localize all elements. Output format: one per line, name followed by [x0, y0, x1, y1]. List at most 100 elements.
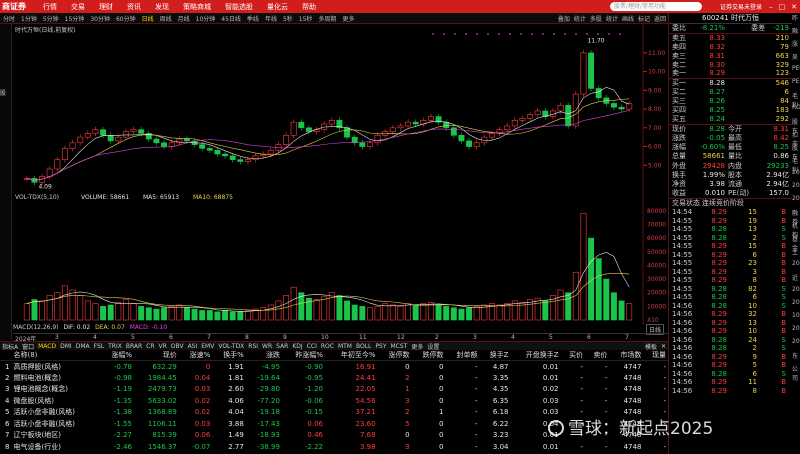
volume-chart[interactable]: VOL-TDX(5,10) VOLUME: 58661 MA5: 65913 MA10… — [13, 190, 668, 325]
template-button[interactable]: 模板 — [643, 342, 659, 351]
period-tab[interactable]: 60分钟 — [113, 14, 139, 23]
period-tab[interactable]: 45日线 — [218, 14, 244, 23]
indicator-tab[interactable]: CCI — [305, 343, 319, 350]
candlestick-chart[interactable]: 时代万恒(日线,前复权) 11.00 10.00 9.00 8.00 7.00 6.00 5.… — [13, 24, 668, 191]
column-header[interactable]: 卖价 — [584, 350, 610, 361]
menu-item[interactable]: 资讯 — [120, 2, 148, 12]
column-header[interactable]: 换手Z — [479, 350, 511, 361]
period-tab[interactable]: 日线 — [139, 14, 157, 23]
menu-item[interactable]: 发现 — [148, 2, 176, 12]
menu-item[interactable]: 交易 — [64, 2, 92, 12]
column-header[interactable]: 昨涨幅% — [281, 350, 325, 361]
indicator-tab[interactable]: MCST — [388, 343, 409, 350]
bid-row[interactable]: 买一 8.28 546 — [669, 79, 792, 88]
tool-button[interactable]: 统计 — [604, 14, 620, 23]
tool-button[interactable]: 统计 — [572, 14, 588, 23]
menu-item[interactable]: 智能选股 — [218, 2, 260, 12]
column-header[interactable]: 市场数 — [609, 350, 644, 361]
menu-item[interactable]: 策略商城 — [176, 2, 218, 12]
indicator-tab[interactable]: KDJ — [290, 343, 304, 350]
column-header[interactable]: 现量 — [643, 350, 668, 361]
ask-row[interactable]: 卖五 8.33 210 — [669, 34, 792, 43]
period-tab[interactable]: 10分钟 — [193, 14, 219, 23]
minimize-icon[interactable]: – — [766, 3, 776, 11]
column-header[interactable]: 涨幅% — [100, 350, 135, 361]
period-tab[interactable]: 季线 — [244, 14, 262, 23]
indicator-tab[interactable]: SAR — [274, 343, 290, 350]
indicator-tab[interactable]: TRIX — [106, 343, 124, 350]
close-icon[interactable]: ✕ — [788, 3, 800, 11]
indicator-tab[interactable]: CR — [144, 343, 156, 350]
bid-row[interactable]: 买五 8.24 292 — [669, 115, 792, 124]
indicator-tab[interactable]: VR — [157, 343, 169, 350]
column-header[interactable]: 现价 — [134, 350, 179, 361]
indicator-tab[interactable]: BRAR — [124, 343, 144, 350]
ask-row[interactable]: 卖二 8.30 329 — [669, 61, 792, 70]
indicator-tab[interactable]: OBV — [169, 343, 186, 350]
ask-row[interactable]: 卖一 8.29 123 — [669, 69, 792, 78]
indicator-tab[interactable]: PSY — [373, 343, 388, 350]
menu-item[interactable]: 帮助 — [295, 2, 323, 12]
ask-row[interactable]: 卖四 8.32 79 — [669, 43, 792, 52]
indicator-tab[interactable]: FSL — [92, 343, 107, 350]
table-row[interactable]: 2 燃料电池(概念) -0.98 1984.45 0.04 1.81 -19.64 -0.95… — [0, 372, 668, 384]
indicator-tab[interactable]: WR — [260, 343, 274, 350]
period-tab[interactable]: 年线 — [262, 14, 280, 23]
indicator-tab[interactable]: EMV — [199, 343, 216, 350]
indicator-tab[interactable]: 窗口 — [20, 342, 36, 351]
trade-ticks[interactable]: 14:54 8.29 15 B 14:55 8.29 19 B 14:55 8.28 13 S 14:5… — [669, 208, 792, 395]
indicator-tab[interactable]: DMA — [74, 343, 92, 350]
column-header[interactable]: 年初至今% — [325, 350, 378, 361]
table-row[interactable]: 1 高质押股(风格) -0.78 632.29 0 1.91 -4.95 -0.90 16.91… — [0, 361, 668, 373]
table-row[interactable]: 4 微盘股(风格) -1.35 5633.02 0.02 4.06 -77.20 -0.06 5… — [0, 395, 668, 407]
period-tab[interactable]: 5分钟 — [40, 14, 62, 23]
column-header[interactable]: 换手% — [212, 350, 246, 361]
search-input[interactable]: 股票/理财/常用功能 — [609, 2, 702, 11]
period-tab[interactable]: 15分钟 — [62, 14, 88, 23]
table-row[interactable]: 3 锂电池概念(概念) -1.19 2479.73 0.03 2.60 -29.80 -1.2… — [0, 384, 668, 396]
column-header[interactable]: 涨速% — [178, 350, 213, 361]
bid-row[interactable]: 买二 8.27 6 — [669, 88, 792, 97]
tool-button[interactable]: 多股 — [588, 14, 604, 23]
login-status[interactable]: 证券交易未登录 — [702, 2, 766, 11]
ask-row[interactable]: 卖三 8.31 663 — [669, 52, 792, 61]
column-header[interactable]: 涨停数 — [377, 350, 412, 361]
period-tab[interactable]: 分时 — [0, 14, 18, 23]
period-tab[interactable]: 30分钟 — [87, 14, 113, 23]
period-tab[interactable]: 多周期 — [315, 14, 339, 23]
period-tab[interactable]: 5秒 — [280, 14, 296, 23]
tool-button[interactable]: 标记 — [636, 14, 652, 23]
indicator-tab[interactable]: 设置 — [425, 342, 441, 351]
period-tab[interactable]: 月线 — [175, 14, 193, 23]
menu-item[interactable]: 行情 — [36, 2, 64, 12]
indicator-tab[interactable]: 指标A — [0, 342, 20, 351]
bid-row[interactable]: 买三 8.26 84 — [669, 97, 792, 106]
table-row[interactable]: 8 电气设备(行业) -2.46 1546.37 -0.07 2.77 -38.99 -2.2… — [0, 441, 668, 453]
indicator-tab[interactable]: 更多 — [409, 342, 425, 351]
column-header[interactable]: 封单额 — [445, 350, 480, 361]
indicator-tab[interactable]: MACD — [36, 343, 58, 350]
column-header[interactable] — [0, 350, 12, 361]
column-header[interactable]: 开盘换手Z — [510, 350, 561, 361]
bid-row[interactable]: 买四 8.25 183 — [669, 106, 792, 115]
menu-item[interactable]: 理财 — [92, 2, 120, 12]
indicator-tab[interactable]: ROC — [319, 343, 336, 350]
column-header[interactable]: 名称(8) — [11, 350, 101, 361]
tool-button[interactable]: 返回 — [652, 14, 668, 23]
more-periods-button[interactable]: 更多 — [339, 14, 357, 23]
indicator-tab[interactable]: VOL-TDX — [216, 343, 246, 350]
period-tab[interactable]: 周线 — [157, 14, 175, 23]
column-header[interactable]: 跌停数 — [411, 350, 446, 361]
column-header[interactable]: 买价 — [560, 350, 585, 361]
indicator-tab[interactable]: DMI — [58, 343, 74, 350]
tool-button[interactable]: 叠加 — [556, 14, 572, 23]
maximize-icon[interactable]: □ — [776, 3, 789, 11]
close-icon[interactable]: ✕ — [659, 343, 668, 350]
indicator-tab[interactable]: ASI — [186, 343, 200, 350]
indicator-tab[interactable]: MTM — [336, 343, 354, 350]
period-tab[interactable]: 1分钟 — [18, 14, 40, 23]
column-header[interactable]: 涨跌 — [245, 350, 282, 361]
indicator-tab[interactable]: RSI — [246, 343, 260, 350]
period-tab[interactable]: 15秒 — [296, 14, 316, 23]
menu-item[interactable]: 量化云 — [260, 2, 295, 12]
